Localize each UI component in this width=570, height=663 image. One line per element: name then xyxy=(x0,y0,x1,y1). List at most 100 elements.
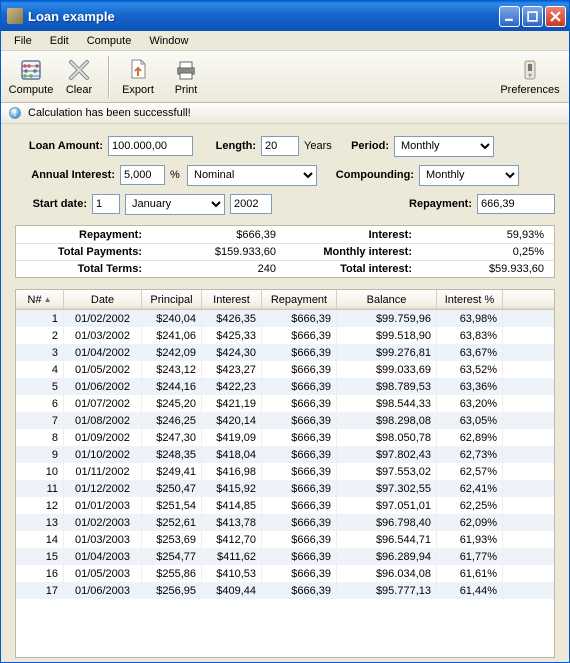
cell-repayment: $666,39 xyxy=(262,548,337,565)
sort-asc-icon: ▲ xyxy=(44,295,52,304)
cell-principal: $255,86 xyxy=(142,565,202,582)
col-date[interactable]: Date xyxy=(64,290,142,309)
cell-date: 01/01/2003 xyxy=(64,497,142,514)
summary-value: $159.933,60 xyxy=(146,246,286,258)
cell-interest: $411,62 xyxy=(202,548,262,565)
summary-value: $666,39 xyxy=(146,229,286,241)
table-row[interactable]: 1201/01/2003$251,54$414,85$666,39$97.051… xyxy=(16,497,554,514)
cell-date: 01/07/2002 xyxy=(64,395,142,412)
interest-type-select[interactable]: Nominal xyxy=(187,165,317,186)
window-title: Loan example xyxy=(28,9,499,24)
cell-n: 8 xyxy=(16,429,64,446)
cell-principal: $245,20 xyxy=(142,395,202,412)
cell-n: 12 xyxy=(16,497,64,514)
cell-n: 14 xyxy=(16,531,64,548)
col-balance[interactable]: Balance xyxy=(337,290,437,309)
cell-interest-pct: 63,20% xyxy=(437,395,503,412)
menu-edit[interactable]: Edit xyxy=(42,33,77,49)
table-row[interactable]: 1001/11/2002$249,41$416,98$666,39$97.553… xyxy=(16,463,554,480)
cell-interest: $420,14 xyxy=(202,412,262,429)
info-icon: ! xyxy=(9,107,21,119)
status-message: Calculation has been successfull! xyxy=(28,107,191,119)
percent-label: % xyxy=(170,169,182,181)
loan-amount-label: Loan Amount: xyxy=(15,140,103,152)
table-row[interactable]: 1301/02/2003$252,61$413,78$666,39$96.798… xyxy=(16,514,554,531)
cell-repayment: $666,39 xyxy=(262,463,337,480)
content-area: Loan Amount: Length: Years Period: Month… xyxy=(1,124,569,662)
cell-interest-pct: 63,98% xyxy=(437,310,503,327)
start-date-label: Start date: xyxy=(15,198,87,210)
cell-balance: $98.789,53 xyxy=(337,378,437,395)
toolbar: Compute Clear Export Print Preferences xyxy=(1,51,569,103)
export-button[interactable]: Export xyxy=(114,54,162,100)
compounding-select[interactable]: Monthly xyxy=(419,165,519,186)
summary-label: Total Payments: xyxy=(16,246,146,258)
col-interest[interactable]: Interest xyxy=(202,290,262,309)
col-n[interactable]: N#▲ xyxy=(16,290,64,309)
close-button[interactable] xyxy=(545,6,566,27)
cell-principal: $240,04 xyxy=(142,310,202,327)
summary-value: $59.933,60 xyxy=(416,263,554,275)
table-row[interactable]: 1401/03/2003$253,69$412,70$666,39$96.544… xyxy=(16,531,554,548)
table-row[interactable]: 801/09/2002$247,30$419,09$666,39$98.050,… xyxy=(16,429,554,446)
start-year-input[interactable] xyxy=(230,194,272,214)
col-repayment[interactable]: Repayment xyxy=(262,290,337,309)
preferences-icon xyxy=(518,58,542,82)
cell-interest-pct: 61,93% xyxy=(437,531,503,548)
annual-interest-input[interactable] xyxy=(120,165,165,185)
repayment-input[interactable] xyxy=(477,194,555,214)
loan-amount-input[interactable] xyxy=(108,136,193,156)
clear-label: Clear xyxy=(66,84,92,96)
cell-interest: $424,30 xyxy=(202,344,262,361)
cell-repayment: $666,39 xyxy=(262,395,337,412)
cell-date: 01/12/2002 xyxy=(64,480,142,497)
table-row[interactable]: 901/10/2002$248,35$418,04$666,39$97.802,… xyxy=(16,446,554,463)
cell-principal: $256,95 xyxy=(142,582,202,599)
print-label: Print xyxy=(175,84,198,96)
summary-value: 0,25% xyxy=(416,246,554,258)
compute-button[interactable]: Compute xyxy=(7,54,55,100)
length-input[interactable] xyxy=(261,136,299,156)
table-row[interactable]: 101/02/2002$240,04$426,35$666,39$99.759,… xyxy=(16,310,554,327)
grid-body[interactable]: 101/02/2002$240,04$426,35$666,39$99.759,… xyxy=(16,310,554,657)
table-row[interactable]: 1601/05/2003$255,86$410,53$666,39$96.034… xyxy=(16,565,554,582)
cell-balance: $98.298,08 xyxy=(337,412,437,429)
cell-interest-pct: 62,57% xyxy=(437,463,503,480)
summary-panel: Repayment:$666,39Interest:59,93%Total Pa… xyxy=(15,225,555,278)
table-row[interactable]: 1701/06/2003$256,95$409,44$666,39$95.777… xyxy=(16,582,554,599)
cell-repayment: $666,39 xyxy=(262,565,337,582)
cell-principal: $243,12 xyxy=(142,361,202,378)
menu-window[interactable]: Window xyxy=(141,33,196,49)
menu-file[interactable]: File xyxy=(6,33,40,49)
preferences-button[interactable]: Preferences xyxy=(497,54,563,100)
table-row[interactable]: 701/08/2002$246,25$420,14$666,39$98.298,… xyxy=(16,412,554,429)
table-row[interactable]: 301/04/2002$242,09$424,30$666,39$99.276,… xyxy=(16,344,554,361)
table-row[interactable]: 1101/12/2002$250,47$415,92$666,39$97.302… xyxy=(16,480,554,497)
clear-button[interactable]: Clear xyxy=(55,54,103,100)
col-interest-pct[interactable]: Interest % xyxy=(437,290,503,309)
table-row[interactable]: 1501/04/2003$254,77$411,62$666,39$96.289… xyxy=(16,548,554,565)
grid-header: N#▲ Date Principal Interest Repayment Ba… xyxy=(16,290,554,310)
cell-interest-pct: 61,61% xyxy=(437,565,503,582)
maximize-button[interactable] xyxy=(522,6,543,27)
cell-n: 3 xyxy=(16,344,64,361)
minimize-button[interactable] xyxy=(499,6,520,27)
table-row[interactable]: 601/07/2002$245,20$421,19$666,39$98.544,… xyxy=(16,395,554,412)
titlebar[interactable]: Loan example xyxy=(1,1,569,31)
print-button[interactable]: Print xyxy=(162,54,210,100)
start-month-select[interactable]: January xyxy=(125,194,225,215)
cell-balance: $97.802,43 xyxy=(337,446,437,463)
col-principal[interactable]: Principal xyxy=(142,290,202,309)
cell-interest-pct: 62,89% xyxy=(437,429,503,446)
cell-principal: $253,69 xyxy=(142,531,202,548)
summary-value: 240 xyxy=(146,263,286,275)
menu-compute[interactable]: Compute xyxy=(79,33,140,49)
cell-date: 01/04/2003 xyxy=(64,548,142,565)
table-row[interactable]: 401/05/2002$243,12$423,27$666,39$99.033,… xyxy=(16,361,554,378)
summary-value: 59,93% xyxy=(416,229,554,241)
summary-row: Total Terms:240Total interest:$59.933,60 xyxy=(16,260,554,277)
table-row[interactable]: 501/06/2002$244,16$422,23$666,39$98.789,… xyxy=(16,378,554,395)
period-select[interactable]: Monthly xyxy=(394,136,494,157)
start-day-input[interactable] xyxy=(92,194,120,214)
table-row[interactable]: 201/03/2002$241,06$425,33$666,39$99.518,… xyxy=(16,327,554,344)
